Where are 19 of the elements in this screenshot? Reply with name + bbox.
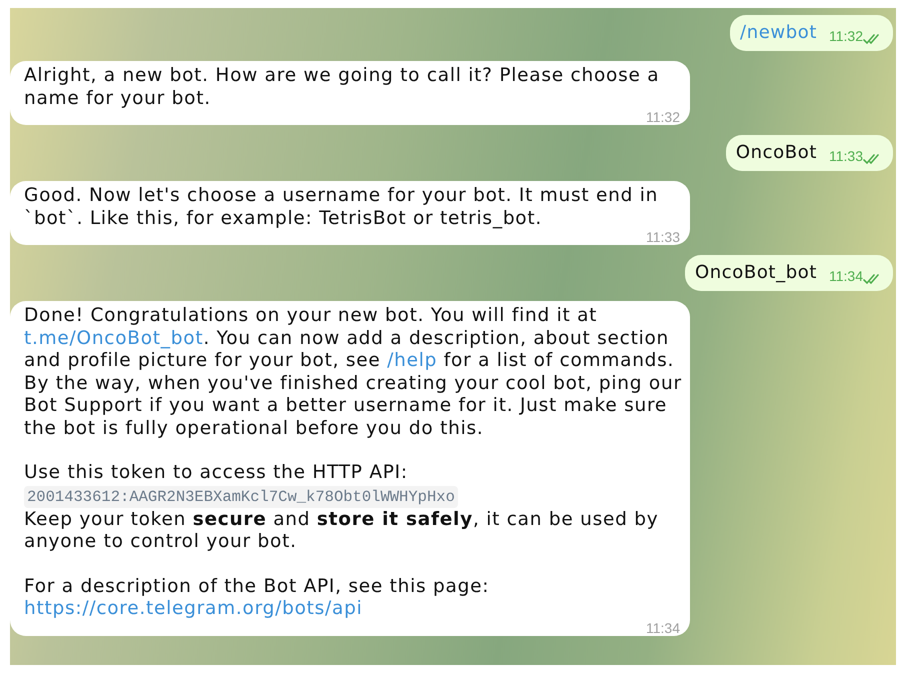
command-link[interactable]: /help (387, 350, 438, 371)
message-text: Keep your token secure and store it safely, it can be used by anyone to control your bot. (24, 508, 660, 554)
message-text: Done! Congratulations on your new bot. You will find it at t.me/OncoBot_bot. You can now add a description, about section and profile picture for your bot, see /help for a list of commands. By the way, when you've finished creating your cool bot, ping our Bot Support if you want a better username for it. Just make sure the bot is fully operational before you do this. (24, 305, 683, 440)
link[interactable]: https://core.telegram.org/bots/api (24, 598, 362, 619)
message-text: OncoBot_bot (694, 262, 817, 284)
message-text: For a description of the Bot API, see this page: (24, 576, 490, 598)
message-time: 11:33 (829, 146, 863, 166)
message-time: 11:34 (646, 620, 680, 634)
message-text: Use this token to access the HTTP API: (24, 462, 409, 484)
message-text: Alright, a new bot. How are we going to call it? Please choose a name for your bot. (24, 65, 660, 110)
message-time: 11:32 (829, 26, 863, 46)
message-time: 11:34 (829, 266, 863, 286)
message-time: 11:33 (646, 230, 680, 244)
command-link[interactable]: /newbot (740, 22, 817, 43)
message-text: Good. Now let's choose a username for your bot. It must end in `bot`. Like this, for example: TetrisBot or tetris_bot. (24, 185, 660, 230)
token-code: 2001433612:AAGR2N3EBXamKcl7Cw_k78Obt0lWWHYpHxo (24, 486, 458, 508)
message-time: 11:32 (646, 110, 680, 124)
message-text: OncoBot (736, 142, 817, 164)
link[interactable]: t.me/OncoBot_bot (24, 328, 204, 348)
